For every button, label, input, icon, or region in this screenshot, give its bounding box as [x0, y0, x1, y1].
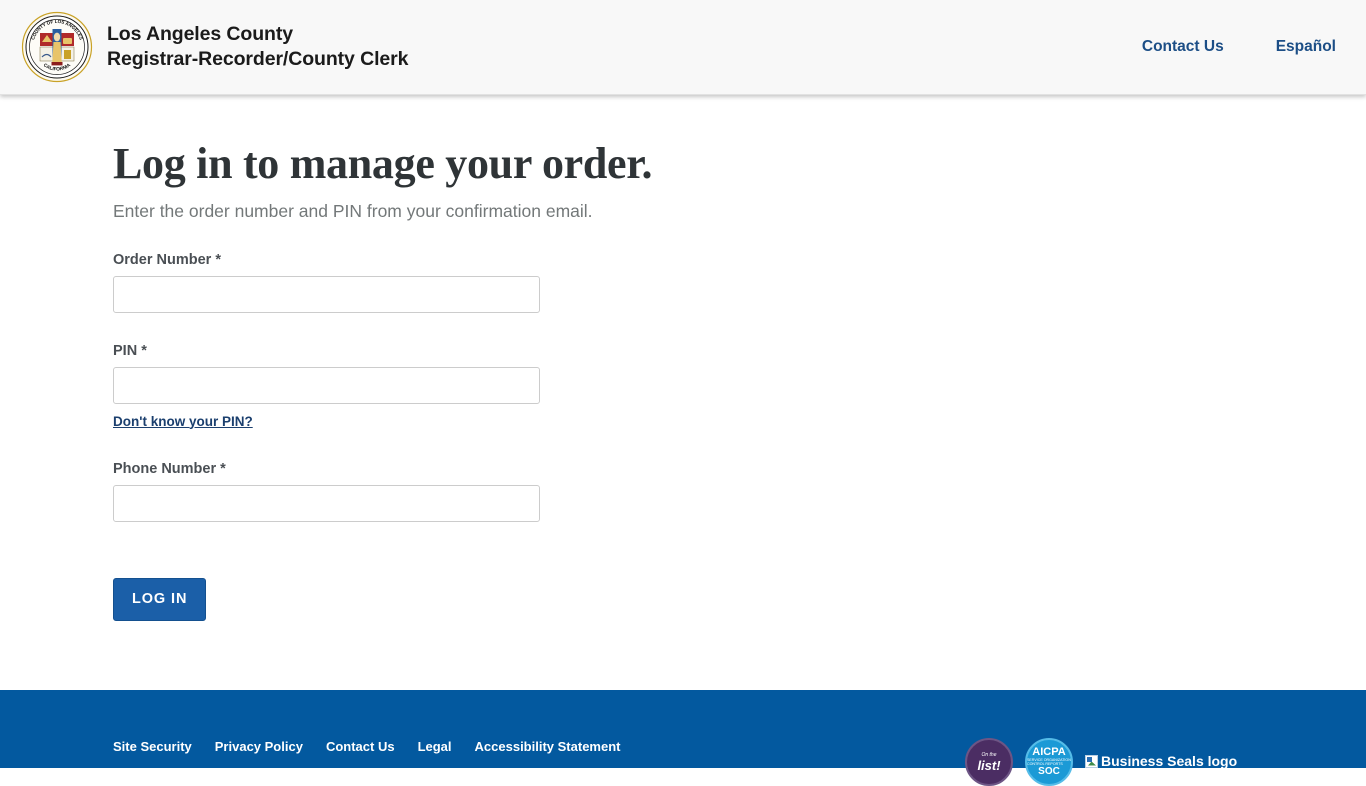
footer-link-site-security[interactable]: Site Security: [113, 739, 192, 754]
broken-image-alt-text: Business Seals logo: [1101, 753, 1238, 769]
on-the-list-badge-line1: On the: [981, 751, 997, 758]
page-title: Log in to manage your order.: [113, 139, 653, 188]
footer-link-privacy-policy[interactable]: Privacy Policy: [215, 739, 303, 754]
footer-link-accessibility-statement[interactable]: Accessibility Statement: [475, 739, 621, 754]
business-seals-broken-image[interactable]: Business Seals logo: [1085, 754, 1237, 768]
brand-title-line1: Los Angeles County: [107, 23, 293, 46]
brand[interactable]: COUNTY OF LOS ANGELES CALIFORNIA Los Ang…: [0, 11, 409, 83]
page-subtitle: Enter the order number and PIN from your…: [113, 200, 593, 221]
site-header: COUNTY OF LOS ANGELES CALIFORNIA Los Ang…: [0, 0, 1366, 95]
aicpa-badge-line1: AICPA: [1032, 745, 1066, 758]
forgot-pin-link[interactable]: Don't know your PIN?: [113, 414, 253, 429]
pin-input[interactable]: [113, 366, 540, 404]
aicpa-soc-badge[interactable]: AICPA SERVICE ORGANIZATION CONTROL REPOR…: [1025, 738, 1073, 786]
broken-image-icon: [1085, 754, 1098, 768]
field-group-order-number: Order Number *: [113, 252, 1366, 313]
phone-number-input[interactable]: [113, 484, 540, 522]
aicpa-badge-caption: SERVICE ORGANIZATION CONTROL REPORTS: [1027, 757, 1071, 766]
footer-links: Site Security Privacy Policy Contact Us …: [113, 739, 620, 754]
order-number-input[interactable]: [113, 275, 540, 313]
footer-link-legal[interactable]: Legal: [418, 739, 452, 754]
label-pin: PIN *: [113, 342, 147, 359]
footer-seals: On the list! AICPA SERVICE ORGANIZATION …: [965, 738, 1237, 786]
footer-link-contact-us[interactable]: Contact Us: [326, 739, 395, 754]
label-phone-number: Phone Number *: [113, 460, 226, 477]
field-group-pin: PIN * Don't know your PIN?: [113, 343, 1366, 431]
brand-title-line2: Registrar-Recorder/County Clerk: [107, 48, 409, 70]
aicpa-badge-line2: SOC: [1038, 766, 1060, 778]
field-group-phone-number: Phone Number *: [113, 461, 1366, 522]
header-link-espanol[interactable]: Español: [1276, 38, 1336, 56]
label-order-number: Order Number *: [113, 251, 221, 268]
header-link-contact-us[interactable]: Contact Us: [1142, 38, 1224, 56]
login-button[interactable]: LOG IN: [113, 577, 207, 621]
brand-title: Los Angeles County Registrar-Recorder/Co…: [107, 22, 409, 72]
la-county-seal-icon: COUNTY OF LOS ANGELES CALIFORNIA: [21, 11, 93, 83]
header-nav: Contact Us Español: [1142, 38, 1366, 56]
on-the-list-badge-line2: list!: [977, 757, 1001, 773]
on-the-list-badge[interactable]: On the list!: [965, 738, 1013, 786]
main-content: Log in to manage your order. Enter the o…: [0, 95, 1366, 690]
